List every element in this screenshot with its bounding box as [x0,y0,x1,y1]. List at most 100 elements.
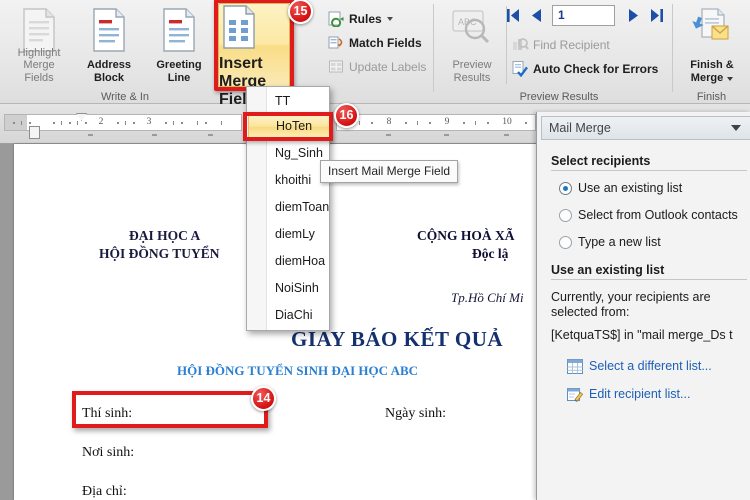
tab-stop-marker[interactable] [386,132,391,136]
ruler-mark [69,122,71,124]
table-icon [567,358,583,374]
last-record-button[interactable] [648,6,666,25]
tab-stop-marker[interactable] [208,132,213,136]
tab-stop-marker[interactable] [88,132,93,136]
address-block-label: Address Block [86,59,132,84]
record-number-input[interactable]: 1 [552,5,615,26]
ruler-mark [525,122,527,124]
menu-item-noisinh[interactable]: NoiSinh [248,276,330,301]
menu-item-khoithi[interactable]: khoithi [248,168,330,193]
ruler-mark [21,121,22,125]
radio-use-existing-list[interactable]: Use an existing list [559,178,682,198]
ruler-mark [77,121,78,125]
radio-icon[interactable] [559,235,572,249]
annotation-box-insert-merge-field [214,0,294,91]
tab-stop-marker[interactable] [152,132,157,136]
edit-recipient-list-link[interactable]: Edit recipient list... [567,384,690,404]
data-source-text: [KetquaTS$] in "mail merge_Ds t [551,328,733,342]
finish-and-merge-label: Finish & Merge [690,59,734,84]
menu-item-tt[interactable]: TT [248,89,330,114]
task-pane-title: Mail Merge [549,121,611,135]
ruler-left-margin [5,115,27,130]
ruler-mark [417,121,418,125]
annotation-box-thisinh-field [72,391,268,428]
horizontal-ruler-right[interactable]: 8 9 10 [336,114,536,131]
next-record-button[interactable] [624,6,642,25]
update-labels-label: Update Labels [349,59,427,74]
ruler-mark [29,122,31,124]
task-pane-header[interactable]: Mail Merge [541,116,750,140]
rules-label: Rules [349,11,382,26]
menu-item-ngsinh[interactable]: Ng_Sinh [248,141,330,166]
select-different-list-label: Select a different list... [589,359,712,373]
ruler-mark [405,122,407,124]
ribbon-group-finish: Finish & Merge Finish [673,0,750,104]
match-fields-button[interactable]: Match Fields [328,32,422,53]
group-label-finish: Finish [696,91,727,103]
menu-item-diemtoan[interactable]: diemToan [248,195,330,220]
radio-icon[interactable] [559,181,572,195]
tab-stop-marker[interactable] [504,132,509,136]
ruler-mark [133,122,135,124]
doc-subtitle: HỘI ĐỒNG TUYỂN SINH ĐẠI HỌC ABC [177,363,419,378]
ruler-mark [165,122,167,124]
group-label-preview-results: Preview Results [519,91,599,103]
greeting-line-label: Greeting Line [156,59,202,84]
find-recipient-button[interactable]: Find Recipient [512,34,610,55]
ruler-mark [125,121,126,125]
first-record-button[interactable] [504,6,522,25]
radio-type-new-list[interactable]: Type a new list [559,232,661,252]
radio-icon[interactable] [559,208,572,222]
ruler-mark [429,122,431,124]
menu-item-diemly[interactable]: diemLy [248,222,330,247]
auto-check-errors-label: Auto Check for Errors [533,61,659,76]
match-fields-label: Match Fields [349,35,422,50]
menu-item-diemhoa[interactable]: diemHoa [248,249,330,274]
previous-record-button[interactable] [528,6,546,25]
update-labels-button[interactable]: Update Labels [328,56,426,77]
preview-results-label: Preview Results [452,59,492,84]
badge-15: 15 [288,0,313,24]
ruler-number: 3 [146,117,152,127]
ruler-number: 10 [502,117,512,127]
menu-item-diachi[interactable]: DiaChi [248,303,330,328]
address-block-button[interactable]: Address Block [78,4,140,86]
section-use-existing-list: Use an existing list [551,263,747,280]
ribbon-mailings-tab: Highlight Merge Fields Address Block Gre… [0,0,750,108]
currently-selected-text: Currently, your recipients are selected … [551,290,711,319]
find-recipient-label: Find Recipient [533,37,610,52]
doc-field-noisinh: Nơi sinh: [82,445,135,460]
chevron-down-icon [386,16,393,21]
auto-check-errors-button[interactable]: Auto Check for Errors [512,58,658,79]
left-indent-marker[interactable] [29,126,40,139]
section-select-recipients: Select recipients [551,154,747,171]
ruler-mark [53,122,55,124]
chevron-down-icon [727,76,734,81]
doc-place-date: Tp.Hồ Chí Mi [451,290,524,305]
ruler-mark [359,121,360,125]
highlight-merge-fields-label: Highlight Merge Fields [17,46,61,84]
badge-16: 16 [334,103,359,128]
radio-label: Select from Outlook contacts [578,208,738,222]
auto-check-errors-icon [512,60,529,78]
task-pane-body: Select recipients Use an existing list S… [541,146,750,500]
ruler-mark [85,122,87,124]
ruler-mark [475,121,476,125]
ruler-mark [487,122,489,124]
badge-14: 14 [251,386,276,411]
ruler-mark [205,122,207,124]
preview-results-icon: ABC [450,7,494,52]
rules-button[interactable]: Rules [328,8,393,29]
radio-select-outlook-contacts[interactable]: Select from Outlook contacts [559,205,738,225]
greeting-line-button[interactable]: Greeting Line [148,4,210,86]
preview-results-button[interactable]: ABC Preview Results [442,4,502,86]
finish-and-merge-button[interactable]: Finish & Merge [680,4,744,86]
chevron-down-icon[interactable] [731,125,741,131]
highlight-merge-fields-button[interactable]: Highlight Merge Fields [8,4,70,86]
tab-stop-marker[interactable] [444,132,449,136]
select-different-list-link[interactable]: Select a different list... [567,356,712,376]
ruler-mark [173,121,174,125]
ruler-mark [117,122,119,124]
doc-header-left-line1: ĐẠI HỌC A [129,228,201,243]
ruler-mark [371,122,373,124]
